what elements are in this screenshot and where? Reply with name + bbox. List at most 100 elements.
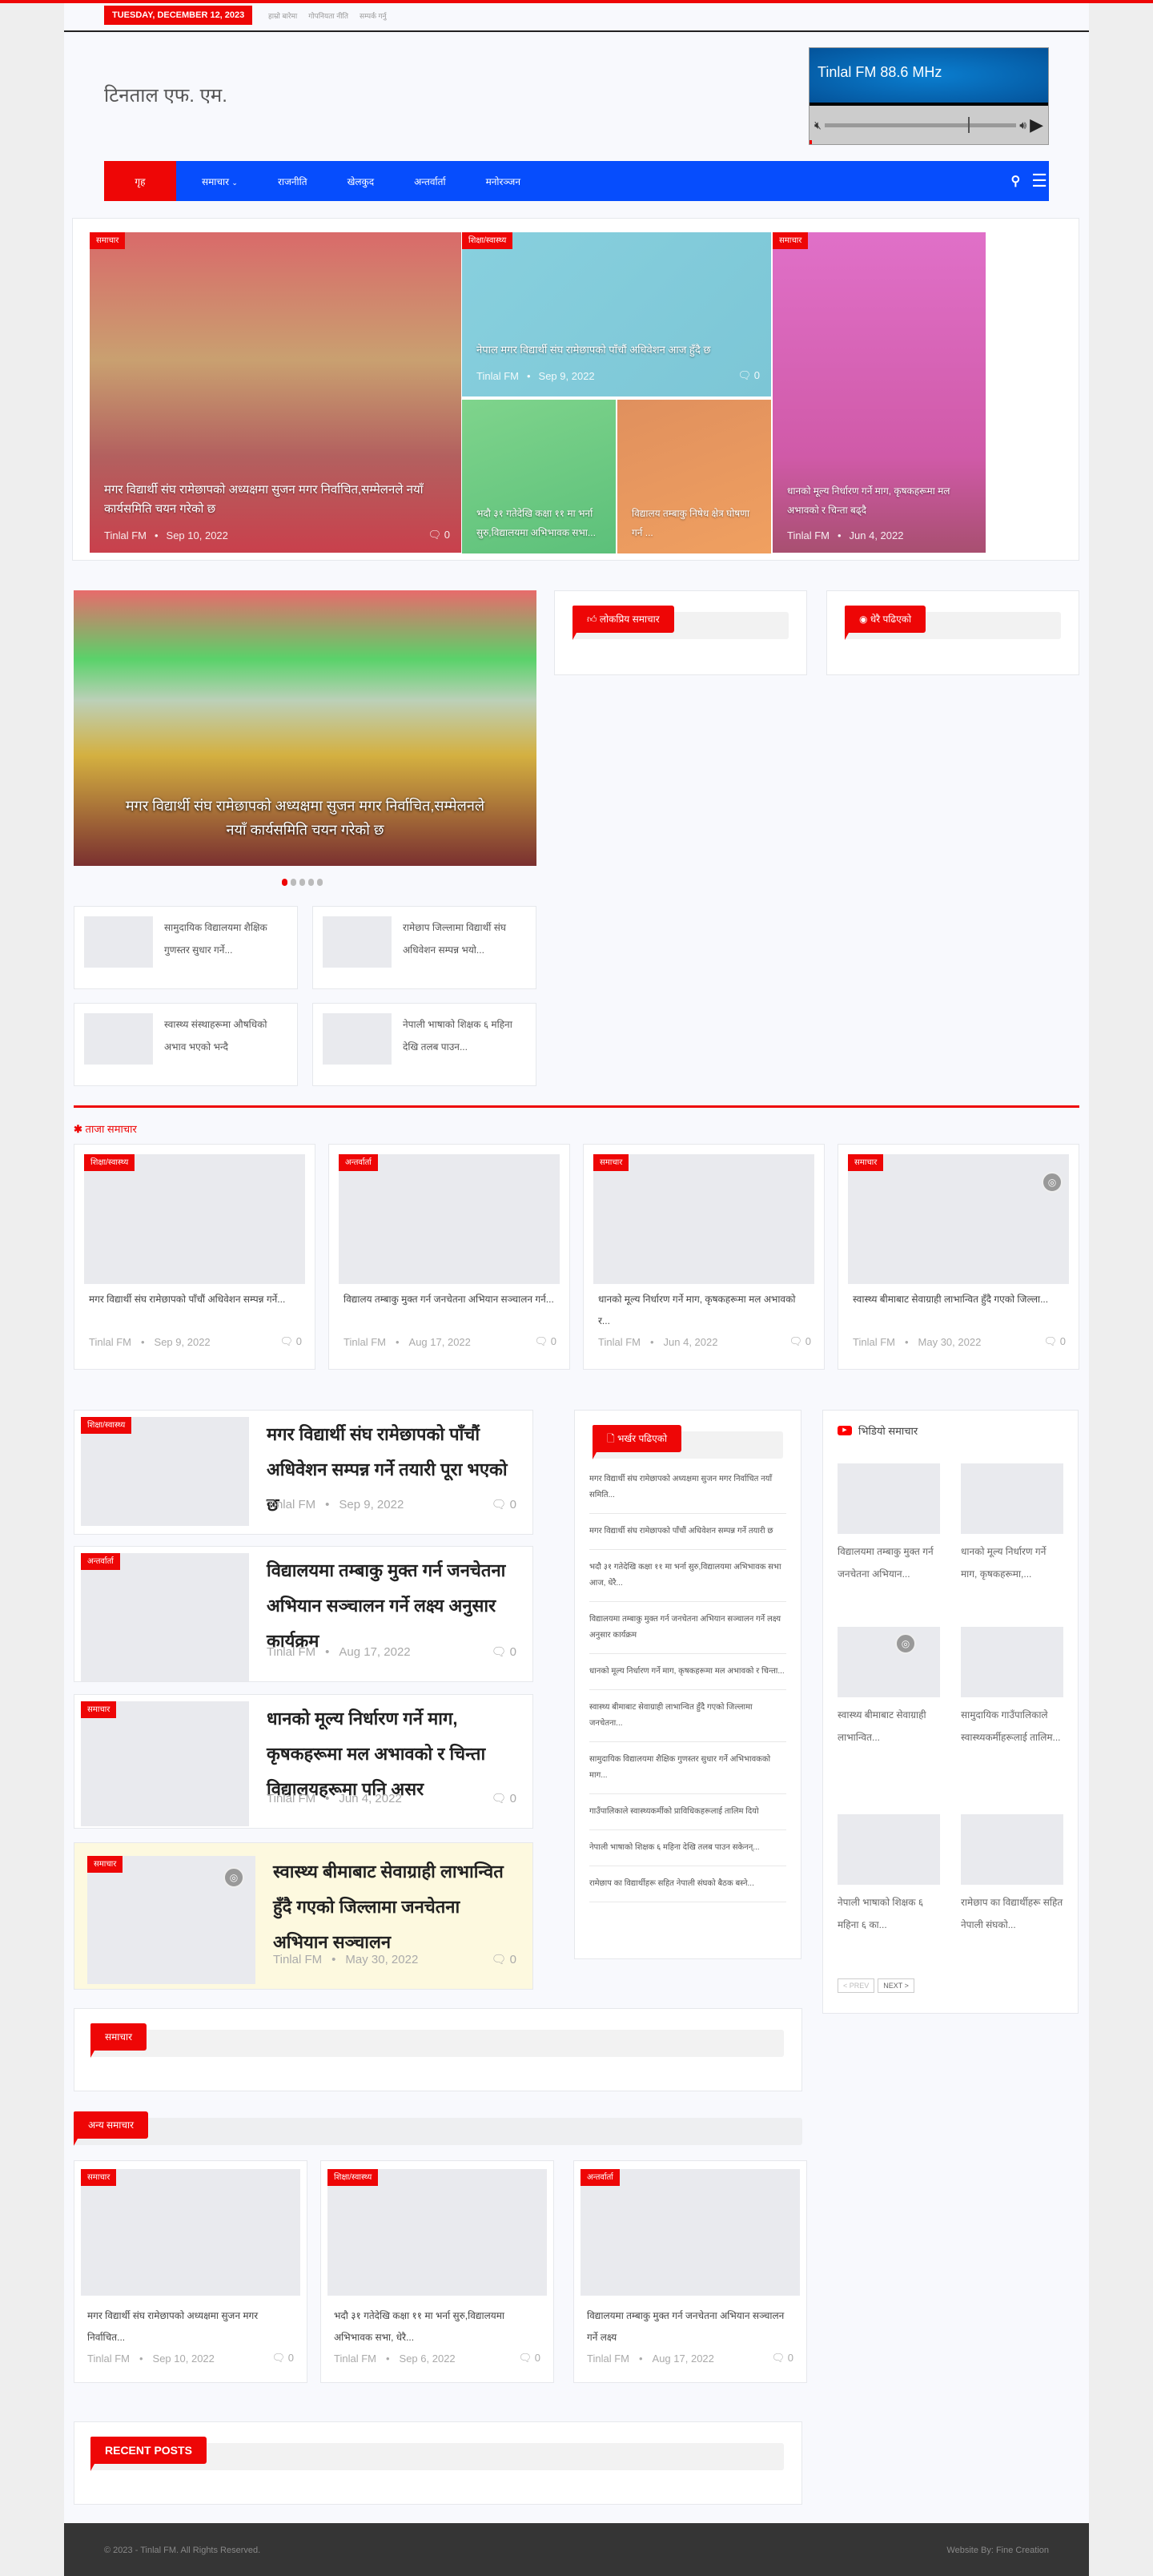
video-thumbnail[interactable]: ◎ <box>838 1627 940 1697</box>
post-title[interactable]: स्वास्थ्य संस्थाहरूमा औषधिको अभाव भएको भ… <box>164 1013 287 1065</box>
nav-item[interactable]: राजनीति <box>278 175 307 188</box>
slider-dot[interactable] <box>299 879 305 886</box>
recent-item[interactable]: भदौ ३१ गतेदेखि कक्षा ११ मा भर्ना सुरु,वि… <box>589 1550 786 1602</box>
post-title[interactable]: विद्यालय तम्बाकु निषेध क्षेत्र घोषणा गर्… <box>632 504 760 542</box>
nav-home[interactable]: गृह <box>104 161 176 201</box>
video-title[interactable]: सामुदायिक गाउँपालिकाले स्वास्थ्यकर्मीहरू… <box>961 1704 1063 1749</box>
author[interactable]: Tinlal FM <box>273 1953 322 1966</box>
post-title[interactable]: नेपाली भाषाको शिक्षक ६ महिना देखि तलब पा… <box>403 1013 526 1065</box>
category-badge[interactable]: शिक्षा/स्वास्थ्य <box>84 1154 135 1171</box>
slider-dot[interactable] <box>291 879 296 886</box>
author[interactable]: Tinlal FM <box>104 529 147 541</box>
list-post[interactable]: समाचार ◎ स्वास्थ्य बीमाबाट सेवाग्राही लाभ… <box>74 1842 533 1990</box>
post-title[interactable]: विद्यालयमा तम्बाकु मुक्त गर्न जनचेतना अभ… <box>587 2305 792 2349</box>
video-item[interactable]: रामेछाप का विद्यार्थीहरू सहित नेपाली संघ… <box>961 1814 1063 1936</box>
post-thumbnail[interactable]: अन्तर्वार्ता <box>81 1553 249 1681</box>
video-title[interactable]: नेपाली भाषाको शिक्षक ६ महिना ६ का... <box>838 1891 940 1936</box>
comments-count[interactable]: 🗨︎ 0 <box>491 1952 516 1966</box>
category-badge[interactable]: अन्तर्वार्ता <box>581 2169 620 2186</box>
author[interactable]: Tinlal FM <box>334 2353 376 2365</box>
category-badge[interactable]: समाचार <box>593 1154 629 1171</box>
author[interactable]: Tinlal FM <box>89 1336 131 1348</box>
comments-count[interactable]: 🗨︎ 0 <box>772 2352 793 2365</box>
video-thumbnail[interactable] <box>838 1814 940 1885</box>
small-post[interactable]: नेपाली भाषाको शिक्षक ६ महिना देखि तलब पा… <box>312 1003 536 1086</box>
author[interactable]: Tinlal FM <box>87 2353 130 2365</box>
comments-count[interactable]: 🗨︎ 0 <box>491 1644 516 1659</box>
post-thumbnail[interactable]: शिक्षा/स्वास्थ्य <box>327 2169 547 2296</box>
credit-link[interactable]: Website By: Fine Creation <box>946 2546 1049 2555</box>
category-badge[interactable]: शिक्षा/स्वास्थ्य <box>327 2169 379 2186</box>
category-badge[interactable]: समाचार <box>848 1154 884 1171</box>
post-title[interactable]: रामेछाप जिल्लामा विद्यार्थी संघ अधिवेशन … <box>403 916 526 968</box>
comments-count[interactable]: 🗨︎ 0 <box>535 1335 556 1348</box>
nav-item[interactable]: मनोरञ्जन <box>486 175 520 188</box>
post-card[interactable]: समाचार धानको मूल्य निर्धारण गर्ने माग, क… <box>583 1144 825 1370</box>
video-item[interactable]: विद्यालयमा तम्बाकु मुक्त गर्न जनचेतना अभ… <box>838 1463 940 1585</box>
video-title[interactable]: स्वास्थ्य बीमाबाट सेवाग्राही लाभान्वित..… <box>838 1704 940 1749</box>
mute-icon[interactable]: 🔇︎ <box>814 119 822 132</box>
author[interactable]: Tinlal FM <box>587 2353 629 2365</box>
list-post[interactable]: अन्तर्वार्ता विद्यालयमा तम्बाकु मुक्त गर… <box>74 1546 533 1682</box>
post-title[interactable]: विद्यालयमा तम्बाकु मुक्त गर्न जनचेतना अभ… <box>267 1553 516 1659</box>
author[interactable]: Tinlal FM <box>343 1336 386 1348</box>
post-card[interactable]: शिक्षा/स्वास्थ्य मगर विद्यार्थी संघ रामे… <box>74 1144 315 1370</box>
featured-post[interactable]: विद्यालय तम्बाकु निषेध क्षेत्र घोषणा गर्… <box>617 400 771 553</box>
top-link[interactable]: गोपनियता नीति <box>308 10 348 22</box>
post-title[interactable]: धानको मूल्य निर्धारण गर्ने माग, कृषकहरूम… <box>787 481 974 520</box>
recent-item[interactable]: मगर विद्यार्थी संघ रामेछापको पाँचौं अधिव… <box>589 1514 786 1550</box>
nav-item[interactable]: खेलकुद <box>348 175 375 188</box>
category-badge[interactable]: समाचार <box>773 232 809 249</box>
recent-item[interactable]: धानको मूल्य निर्धारण गर्ने माग, कृषकहरूम… <box>589 1654 786 1690</box>
video-thumbnail[interactable] <box>838 1463 940 1534</box>
author[interactable]: Tinlal FM <box>853 1336 895 1348</box>
post-title[interactable]: विद्यालय तम्बाकु मुक्त गर्न जनचेतना अभिय… <box>343 1289 555 1310</box>
comments-count[interactable]: 🗨︎ 0 <box>1044 1335 1066 1348</box>
category-badge[interactable]: समाचार <box>87 1856 123 1873</box>
comments-count[interactable]: 🗨︎ 0 <box>491 1497 516 1511</box>
post-title[interactable]: मगर विद्यार्थी संघ रामेछापको अध्यक्षमा स… <box>87 2305 292 2349</box>
recent-item[interactable]: मगर विद्यार्थी संघ रामेछापको अध्यक्षमा स… <box>589 1462 786 1514</box>
comments-count[interactable]: 🗨︎ 0 <box>491 1791 516 1805</box>
search-icon[interactable]: ⚲ <box>1011 173 1021 189</box>
post-card[interactable]: शिक्षा/स्वास्थ्य भदौ ३१ गतेदेखि कक्षा ११… <box>320 2160 554 2383</box>
author[interactable]: Tinlal FM <box>267 1792 315 1805</box>
recent-item[interactable]: विद्यालयमा तम्बाकु मुक्त गर्न जनचेतना अभ… <box>589 1602 786 1654</box>
play-icon[interactable]: ▶ <box>1030 115 1043 135</box>
category-badge[interactable]: शिक्षा/स्वास्थ्य <box>462 232 513 249</box>
recent-item[interactable]: गाउँपालिकाले स्वास्थ्यकर्मीको प्राविधिकह… <box>589 1794 786 1830</box>
post-thumbnail[interactable]: समाचार ◎ <box>848 1154 1069 1284</box>
volume-slider[interactable] <box>824 116 1017 133</box>
nav-item[interactable]: समाचार ⌄ <box>202 175 238 188</box>
recent-item[interactable]: नेपाली भाषाको शिक्षक ६ महिना देखि तलब पा… <box>589 1830 786 1866</box>
top-link[interactable]: हाम्रो बारेमा <box>268 10 297 22</box>
post-title[interactable]: भदौ ३१ गतेदेखि कक्षा ११ मा भर्ना सुरु,वि… <box>476 504 605 542</box>
recent-item[interactable]: रामेछाप का विद्यार्थीहरू सहित नेपाली संघ… <box>589 1866 786 1902</box>
post-thumbnail[interactable]: शिक्षा/स्वास्थ्य <box>81 1417 249 1526</box>
video-item[interactable]: नेपाली भाषाको शिक्षक ६ महिना ६ का... <box>838 1814 940 1936</box>
author[interactable]: Tinlal FM <box>267 1645 315 1659</box>
site-logo[interactable]: टिनताल एफ. एम. <box>104 82 227 108</box>
featured-post[interactable]: भदौ ३१ गतेदेखि कक्षा ११ मा भर्ना सुरु,वि… <box>462 400 616 553</box>
post-thumbnail[interactable]: अन्तर्वार्ता <box>581 2169 800 2296</box>
slider-dot[interactable] <box>282 879 287 886</box>
featured-post[interactable]: समाचार मगर विद्यार्थी संघ रामेछापको अध्य… <box>90 232 461 553</box>
recent-item[interactable]: स्वास्थ्य बीमाबाट सेवाग्राही लाभान्वित ह… <box>589 1690 786 1742</box>
video-title[interactable]: रामेछाप का विद्यार्थीहरू सहित नेपाली संघ… <box>961 1891 1063 1936</box>
category-badge[interactable]: समाचार <box>81 1701 117 1718</box>
featured-post[interactable]: समाचार धानको मूल्य निर्धारण गर्ने माग, क… <box>773 232 986 553</box>
post-thumbnail[interactable]: समाचार <box>593 1154 814 1284</box>
post-card[interactable]: समाचार मगर विद्यार्थी संघ रामेछापको अध्य… <box>74 2160 307 2383</box>
post-title[interactable]: भदौ ३१ गतेदेखि कक्षा ११ मा भर्ना सुरु,वि… <box>334 2305 539 2349</box>
post-title[interactable]: धानको मूल्य निर्धारण गर्ने माग, कृषकहरूम… <box>598 1289 810 1332</box>
post-title[interactable]: सामुदायिक विद्यालयमा शैक्षिक गुणस्तर सुध… <box>164 916 287 968</box>
post-title[interactable]: मगर विद्यार्थी संघ रामेछापको अध्यक्षमा स… <box>104 481 450 519</box>
next-button[interactable]: NEXT > <box>878 1978 914 1993</box>
video-title[interactable]: धानको मूल्य निर्धारण गर्ने माग, कृषकहरूम… <box>961 1540 1063 1585</box>
author[interactable]: Tinlal FM <box>598 1336 641 1348</box>
post-title[interactable]: मगर विद्यार्थी संघ रामेछापको पाँचौं अधिव… <box>89 1289 300 1310</box>
category-badge[interactable]: शिक्षा/स्वास्थ्य <box>81 1417 132 1434</box>
list-post[interactable]: शिक्षा/स्वास्थ्य मगर विद्यार्थी संघ रामे… <box>74 1410 533 1535</box>
post-title[interactable]: नेपाल मगर विद्यार्थी संघ रामेछापको पाँचौ… <box>476 340 760 360</box>
video-thumbnail[interactable] <box>961 1463 1063 1534</box>
